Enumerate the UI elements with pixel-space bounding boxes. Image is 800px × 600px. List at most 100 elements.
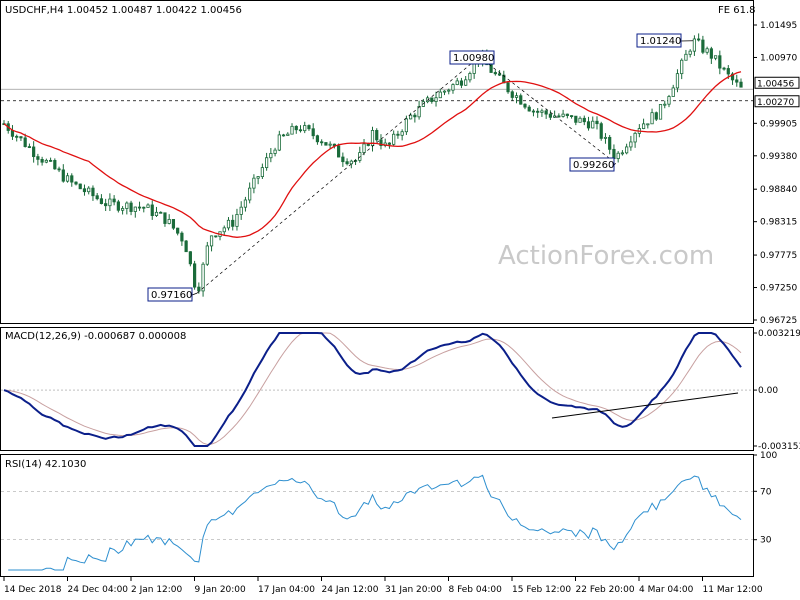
candle-body bbox=[235, 214, 239, 227]
candle-body bbox=[133, 206, 137, 212]
candle-body bbox=[154, 211, 159, 216]
candle-body bbox=[176, 227, 180, 234]
price-tick-label: 1.01495 bbox=[760, 21, 797, 31]
candle-body bbox=[337, 145, 341, 158]
candle-body bbox=[544, 110, 548, 115]
candle-body bbox=[506, 82, 510, 93]
macd-tick-label: 0.00 bbox=[758, 386, 778, 396]
candle-body bbox=[345, 161, 349, 165]
candle-body bbox=[116, 201, 120, 211]
macd-tick-label: 0.003219 bbox=[758, 329, 800, 339]
candle-body bbox=[667, 96, 671, 105]
candle-body bbox=[620, 152, 625, 155]
candle-body bbox=[188, 251, 192, 265]
candle-body bbox=[27, 146, 32, 148]
price-tick-label: 0.99905 bbox=[760, 119, 797, 129]
candle-body bbox=[324, 142, 328, 146]
candle-body bbox=[464, 79, 468, 86]
candle-body bbox=[654, 112, 658, 120]
candle-body bbox=[120, 208, 125, 211]
candle-body bbox=[523, 103, 527, 108]
candle-body bbox=[375, 130, 379, 141]
macd-header: MACD(12,26,9) -0.000687 0.000008 bbox=[5, 331, 186, 342]
candle-body bbox=[104, 203, 108, 207]
price-tick-label: 0.96725 bbox=[760, 316, 797, 326]
candle-body bbox=[409, 114, 413, 120]
time-tick-label: 24 Jan 12:00 bbox=[322, 585, 379, 595]
candle-body bbox=[205, 245, 209, 265]
swing-label: 1.01240 bbox=[640, 36, 681, 47]
candle-body bbox=[112, 198, 116, 203]
current-price-label: 1.00456 bbox=[757, 79, 794, 89]
candle-body bbox=[595, 120, 599, 125]
candle-body bbox=[561, 113, 565, 117]
candle-body bbox=[586, 121, 591, 129]
candle-body bbox=[307, 125, 311, 130]
candle-body bbox=[455, 80, 459, 85]
price-tick-label: 0.98840 bbox=[760, 185, 797, 195]
candle-body bbox=[311, 128, 315, 137]
candle-body bbox=[163, 212, 167, 224]
candle-body bbox=[78, 183, 82, 190]
time-axis: 14 Dec 2018 24 Dec 04:00 2 Jan 12:00 9 Jan … bbox=[3, 577, 763, 595]
candle-body bbox=[193, 263, 197, 288]
candle-body bbox=[612, 148, 616, 159]
usdchf-chart: ActionForex.com USDCHF,H4 1.00452 1.0048… bbox=[0, 0, 800, 595]
candle-body bbox=[709, 48, 713, 59]
candle-body bbox=[61, 169, 65, 182]
candle-body bbox=[239, 206, 243, 215]
candle-body bbox=[48, 159, 53, 162]
candle-body bbox=[171, 219, 176, 229]
candle-body bbox=[303, 125, 307, 132]
candle-body bbox=[404, 118, 408, 133]
candle-body bbox=[468, 73, 472, 81]
candle-body bbox=[44, 159, 48, 163]
candle-body bbox=[197, 286, 201, 292]
candle-body bbox=[540, 110, 544, 113]
time-tick-label: 9 Jan 20:00 bbox=[195, 585, 247, 595]
candle-body bbox=[248, 187, 252, 201]
candle-body bbox=[362, 143, 366, 154]
rsi-tick-label: 100 bbox=[760, 451, 777, 461]
candle-body bbox=[633, 132, 637, 143]
candle-body bbox=[722, 67, 726, 70]
swing-label: 0.99260 bbox=[573, 160, 614, 171]
time-tick-label: 22 Feb 20:00 bbox=[576, 585, 635, 595]
candle-body bbox=[23, 137, 27, 147]
candle-body bbox=[438, 91, 442, 99]
candle-body bbox=[243, 199, 248, 208]
level-label: 1.00270 bbox=[757, 98, 794, 108]
macd-panel bbox=[0, 327, 754, 451]
candle-body bbox=[125, 202, 129, 209]
candle-body bbox=[298, 129, 303, 132]
candle-body bbox=[578, 117, 582, 123]
candle-body bbox=[150, 204, 154, 216]
rsi-header: RSI(14) 42.1030 bbox=[5, 459, 86, 470]
rsi-panel bbox=[0, 454, 754, 577]
candle-body bbox=[108, 198, 112, 207]
candle-body bbox=[671, 87, 675, 97]
candle-body bbox=[726, 68, 730, 75]
candle-body bbox=[565, 113, 569, 116]
candle-body bbox=[510, 91, 514, 98]
candle-body bbox=[19, 136, 23, 139]
candle-body bbox=[57, 168, 61, 171]
candle-body bbox=[366, 143, 370, 146]
candle-body bbox=[167, 219, 171, 224]
candle-body bbox=[599, 123, 603, 139]
candle-body bbox=[557, 115, 561, 118]
candle-body bbox=[608, 136, 612, 150]
candle-body bbox=[629, 141, 633, 148]
candle-body bbox=[705, 48, 709, 53]
candle-body bbox=[273, 149, 277, 154]
candle-body bbox=[286, 133, 290, 136]
candle-body bbox=[392, 133, 396, 145]
time-tick-label: 15 Feb 12:00 bbox=[512, 585, 571, 595]
candle-body bbox=[396, 133, 400, 136]
candle-body bbox=[142, 206, 146, 209]
candle-body bbox=[641, 123, 646, 129]
candle-body bbox=[146, 204, 150, 208]
time-tick-label: 4 Mar 04:00 bbox=[639, 585, 694, 595]
candle-body bbox=[95, 195, 99, 200]
candle-body bbox=[413, 114, 417, 118]
